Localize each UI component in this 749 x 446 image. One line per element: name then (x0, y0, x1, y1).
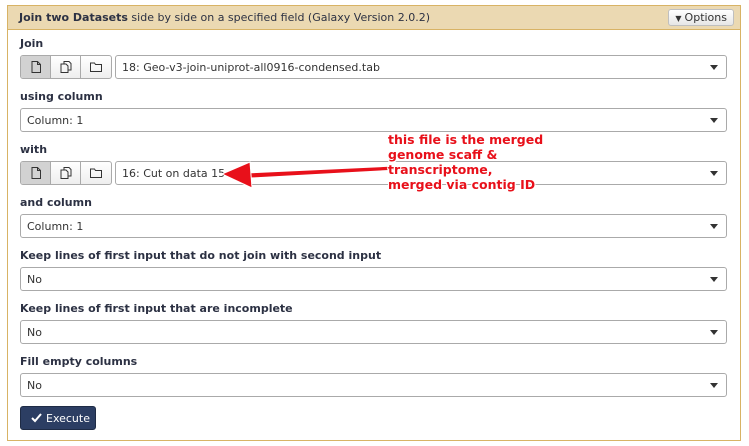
with-label: with (20, 143, 48, 156)
keep-incomplete-select[interactable]: No (20, 320, 727, 344)
execute-button[interactable]: Execute (20, 406, 96, 430)
options-label: Options (684, 11, 727, 24)
with-dataset-value: 16: Cut on data 15 (122, 167, 226, 180)
multiple-datasets-button[interactable] (51, 56, 81, 78)
and-column-value: Column: 1 (27, 220, 84, 233)
tool-form-header: Join two Datasets side by side on a spec… (8, 6, 740, 30)
options-button[interactable]: ▼ Options (668, 9, 734, 26)
dataset-collection-button[interactable] (81, 56, 111, 78)
using-column-select[interactable]: Column: 1 (20, 108, 727, 132)
dropdown-arrow-icon (710, 383, 718, 388)
fill-empty-select[interactable]: No (20, 373, 727, 397)
files-icon (60, 167, 72, 179)
keep-nonjoin-select[interactable]: No (20, 267, 727, 291)
single-dataset-button[interactable] (21, 162, 51, 184)
and-column-label: and column (20, 196, 92, 209)
single-dataset-button[interactable] (21, 56, 51, 78)
keep-incomplete-value: No (27, 326, 42, 339)
annotation-note: this file is the merged genome scaff & t… (388, 132, 544, 192)
folder-icon (90, 168, 102, 178)
dropdown-arrow-icon (710, 118, 718, 123)
dropdown-arrow-icon (710, 330, 718, 335)
and-column-select[interactable]: Column: 1 (20, 214, 727, 238)
using-column-label: using column (20, 90, 103, 103)
check-icon (31, 413, 42, 423)
execute-label: Execute (46, 412, 90, 425)
annotation-arrow-icon (220, 161, 397, 189)
file-icon (31, 61, 41, 73)
dropdown-arrow-icon (710, 224, 718, 229)
folder-icon (90, 62, 102, 72)
keep-nonjoin-label: Keep lines of first input that do not jo… (20, 249, 382, 262)
dropdown-arrow-icon (710, 171, 718, 176)
join-dataset-select[interactable]: 18: Geo-v3-join-uniprot-all0916-condense… (115, 55, 727, 79)
dropdown-arrow-icon (710, 65, 718, 70)
tool-title: Join two Datasets side by side on a spec… (19, 11, 430, 24)
keep-incomplete-label: Keep lines of first input that are incom… (20, 302, 293, 315)
with-source-toggle (20, 161, 112, 185)
join-dataset-value: 18: Geo-v3-join-uniprot-all0916-condense… (122, 61, 380, 74)
tool-name: Join two Datasets (19, 11, 128, 24)
join-source-toggle (20, 55, 112, 79)
caret-down-icon: ▼ (675, 14, 682, 23)
file-icon (31, 167, 41, 179)
keep-nonjoin-value: No (27, 273, 42, 286)
using-column-value: Column: 1 (27, 114, 84, 127)
fill-empty-value: No (27, 379, 42, 392)
join-label: Join (20, 37, 44, 50)
fill-empty-label: Fill empty columns (20, 355, 138, 368)
tool-description: side by side on a specified field (Galax… (127, 11, 431, 24)
multiple-datasets-button[interactable] (51, 162, 81, 184)
dataset-collection-button[interactable] (81, 162, 111, 184)
dropdown-arrow-icon (710, 277, 718, 282)
files-icon (60, 61, 72, 73)
